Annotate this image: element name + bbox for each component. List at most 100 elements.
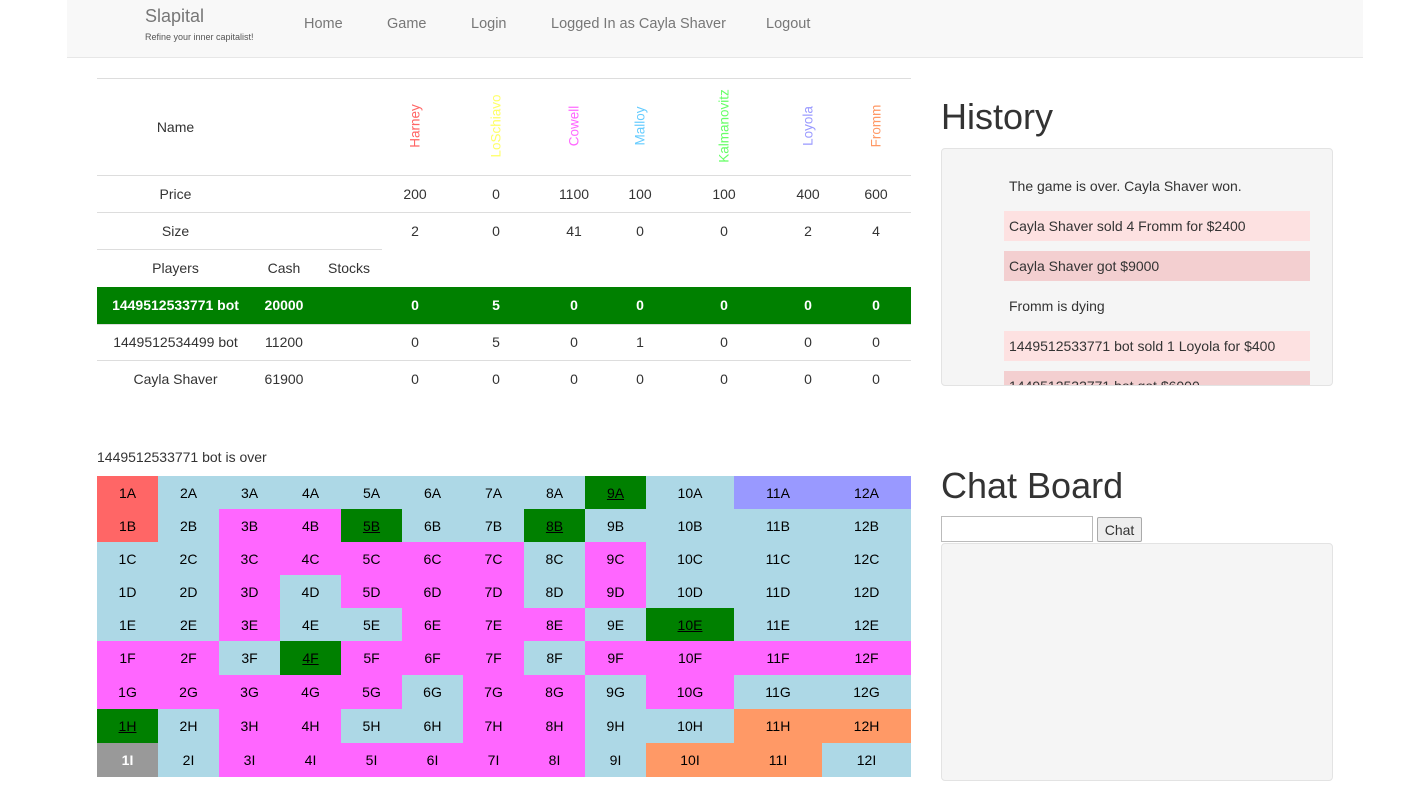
tile-2e[interactable]: 2E bbox=[158, 608, 219, 641]
tile-1h[interactable]: 1H bbox=[97, 709, 158, 743]
tile-8c[interactable]: 8C bbox=[524, 542, 585, 575]
tile-5b[interactable]: 5B bbox=[341, 509, 402, 542]
tile-6g[interactable]: 6G bbox=[402, 675, 463, 709]
tile-3b[interactable]: 3B bbox=[219, 509, 280, 542]
tile-8i[interactable]: 8I bbox=[524, 743, 585, 777]
tile-2c[interactable]: 2C bbox=[158, 542, 219, 575]
tile-7f[interactable]: 7F bbox=[463, 641, 524, 675]
tile-1g[interactable]: 1G bbox=[97, 675, 158, 709]
tile-9c[interactable]: 9C bbox=[585, 542, 646, 575]
tile-4c[interactable]: 4C bbox=[280, 542, 341, 575]
tile-8g[interactable]: 8G bbox=[524, 675, 585, 709]
tile-9h[interactable]: 9H bbox=[585, 709, 646, 743]
tile-8b[interactable]: 8B bbox=[524, 509, 585, 542]
tile-1e[interactable]: 1E bbox=[97, 608, 158, 641]
tile-9b[interactable]: 9B bbox=[585, 509, 646, 542]
tile-11g[interactable]: 11G bbox=[734, 675, 822, 709]
tile-4e[interactable]: 4E bbox=[280, 608, 341, 641]
tile-12g[interactable]: 12G bbox=[822, 675, 911, 709]
tile-5g[interactable]: 5G bbox=[341, 675, 402, 709]
tile-2i[interactable]: 2I bbox=[158, 743, 219, 777]
tile-12a[interactable]: 12A bbox=[822, 476, 911, 509]
tile-6h[interactable]: 6H bbox=[402, 709, 463, 743]
nav-logout[interactable]: Logout bbox=[766, 16, 810, 32]
tile-8f[interactable]: 8F bbox=[524, 641, 585, 675]
tile-7a[interactable]: 7A bbox=[463, 476, 524, 509]
tile-11e[interactable]: 11E bbox=[734, 608, 822, 641]
tile-3h[interactable]: 3H bbox=[219, 709, 280, 743]
nav-logged-in[interactable]: Logged In as Cayla Shaver bbox=[551, 16, 726, 32]
tile-7i[interactable]: 7I bbox=[463, 743, 524, 777]
tile-2b[interactable]: 2B bbox=[158, 509, 219, 542]
tile-8d[interactable]: 8D bbox=[524, 575, 585, 608]
tile-1d[interactable]: 1D bbox=[97, 575, 158, 608]
tile-11h[interactable]: 11H bbox=[734, 709, 822, 743]
nav-login[interactable]: Login bbox=[471, 16, 506, 32]
tile-6i[interactable]: 6I bbox=[402, 743, 463, 777]
tile-6e[interactable]: 6E bbox=[402, 608, 463, 641]
tile-7h[interactable]: 7H bbox=[463, 709, 524, 743]
tile-11d[interactable]: 11D bbox=[734, 575, 822, 608]
tile-12c[interactable]: 12C bbox=[822, 542, 911, 575]
tile-9g[interactable]: 9G bbox=[585, 675, 646, 709]
tile-6b[interactable]: 6B bbox=[402, 509, 463, 542]
tile-12f[interactable]: 12F bbox=[822, 641, 911, 675]
tile-6a[interactable]: 6A bbox=[402, 476, 463, 509]
tile-4g[interactable]: 4G bbox=[280, 675, 341, 709]
tile-6f[interactable]: 6F bbox=[402, 641, 463, 675]
tile-12b[interactable]: 12B bbox=[822, 509, 911, 542]
history-panel[interactable]: The game is over. Cayla Shaver won. Cayla… bbox=[941, 148, 1333, 386]
tile-9i[interactable]: 9I bbox=[585, 743, 646, 777]
tile-7c[interactable]: 7C bbox=[463, 542, 524, 575]
tile-12i[interactable]: 12I bbox=[822, 743, 911, 777]
tile-1a[interactable]: 1A bbox=[97, 476, 158, 509]
tile-4i[interactable]: 4I bbox=[280, 743, 341, 777]
tile-3g[interactable]: 3G bbox=[219, 675, 280, 709]
tile-5e[interactable]: 5E bbox=[341, 608, 402, 641]
tile-12h[interactable]: 12H bbox=[822, 709, 911, 743]
nav-game[interactable]: Game bbox=[387, 16, 427, 32]
tile-6c[interactable]: 6C bbox=[402, 542, 463, 575]
nav-home[interactable]: Home bbox=[304, 16, 343, 32]
tile-5h[interactable]: 5H bbox=[341, 709, 402, 743]
tile-3a[interactable]: 3A bbox=[219, 476, 280, 509]
brand-link[interactable]: Slapital Refine your inner capitalist! bbox=[145, 6, 254, 42]
tile-4h[interactable]: 4H bbox=[280, 709, 341, 743]
tile-10i[interactable]: 10I bbox=[646, 743, 734, 777]
tile-9d[interactable]: 9D bbox=[585, 575, 646, 608]
tile-9e[interactable]: 9E bbox=[585, 608, 646, 641]
tile-10c[interactable]: 10C bbox=[646, 542, 734, 575]
tile-5c[interactable]: 5C bbox=[341, 542, 402, 575]
tile-5i[interactable]: 5I bbox=[341, 743, 402, 777]
tile-8h[interactable]: 8H bbox=[524, 709, 585, 743]
tile-11i[interactable]: 11I bbox=[734, 743, 822, 777]
tile-5a[interactable]: 5A bbox=[341, 476, 402, 509]
tile-2d[interactable]: 2D bbox=[158, 575, 219, 608]
tile-12e[interactable]: 12E bbox=[822, 608, 911, 641]
tile-6d[interactable]: 6D bbox=[402, 575, 463, 608]
tile-10e[interactable]: 10E bbox=[646, 608, 734, 641]
tile-4d[interactable]: 4D bbox=[280, 575, 341, 608]
tile-11b[interactable]: 11B bbox=[734, 509, 822, 542]
tile-7b[interactable]: 7B bbox=[463, 509, 524, 542]
tile-8e[interactable]: 8E bbox=[524, 608, 585, 641]
tile-5f[interactable]: 5F bbox=[341, 641, 402, 675]
tile-1b[interactable]: 1B bbox=[97, 509, 158, 542]
tile-11c[interactable]: 11C bbox=[734, 542, 822, 575]
tile-7d[interactable]: 7D bbox=[463, 575, 524, 608]
chat-panel[interactable] bbox=[941, 543, 1333, 781]
tile-3d[interactable]: 3D bbox=[219, 575, 280, 608]
tile-9a[interactable]: 9A bbox=[585, 476, 646, 509]
tile-11a[interactable]: 11A bbox=[734, 476, 822, 509]
tile-12d[interactable]: 12D bbox=[822, 575, 911, 608]
tile-3e[interactable]: 3E bbox=[219, 608, 280, 641]
tile-2h[interactable]: 2H bbox=[158, 709, 219, 743]
tile-7g[interactable]: 7G bbox=[463, 675, 524, 709]
tile-8a[interactable]: 8A bbox=[524, 476, 585, 509]
tile-3f[interactable]: 3F bbox=[219, 641, 280, 675]
tile-10d[interactable]: 10D bbox=[646, 575, 734, 608]
tile-10g[interactable]: 10G bbox=[646, 675, 734, 709]
tile-10h[interactable]: 10H bbox=[646, 709, 734, 743]
tile-2f[interactable]: 2F bbox=[158, 641, 219, 675]
tile-10a[interactable]: 10A bbox=[646, 476, 734, 509]
